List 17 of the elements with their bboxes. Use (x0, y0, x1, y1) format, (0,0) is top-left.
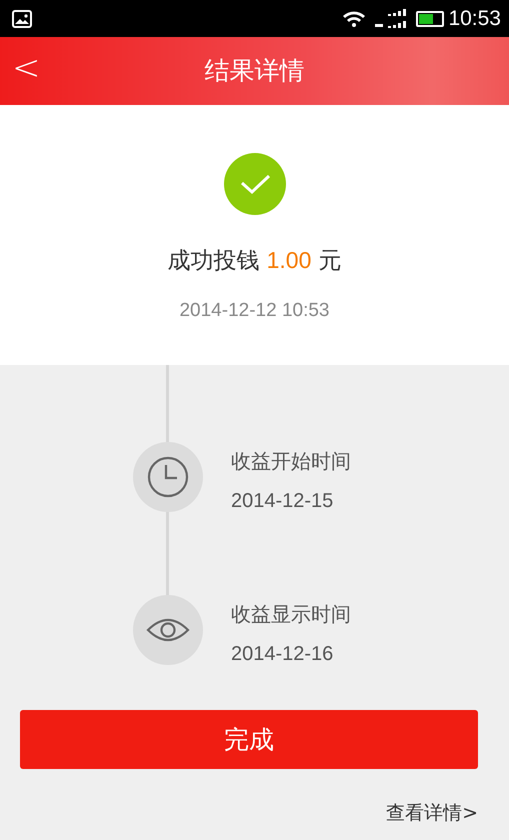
eye-icon (146, 617, 190, 643)
timeline-date: 2014-12-15 (231, 489, 334, 514)
back-button[interactable]: < (12, 51, 40, 85)
timeline-label: 收益开始时间 (231, 448, 351, 475)
done-button[interactable]: 完成 (20, 710, 478, 769)
image-icon (12, 10, 32, 28)
result-time: 2014-12-12 10:53 (179, 298, 330, 322)
battery-icon (416, 10, 444, 26)
view-details-link[interactable]: 查看详情> (386, 799, 478, 828)
clock-icon (146, 455, 190, 499)
page-title: 结果详情 (204, 55, 304, 88)
clock-time: 10:53 (448, 6, 501, 32)
signal-icon (374, 8, 408, 28)
result-message: 成功投钱 1.00 元 (167, 246, 342, 276)
wifi-icon (342, 10, 366, 28)
timeline-label: 收益显示时间 (231, 601, 351, 628)
timeline-date: 2014-12-16 (231, 642, 334, 667)
